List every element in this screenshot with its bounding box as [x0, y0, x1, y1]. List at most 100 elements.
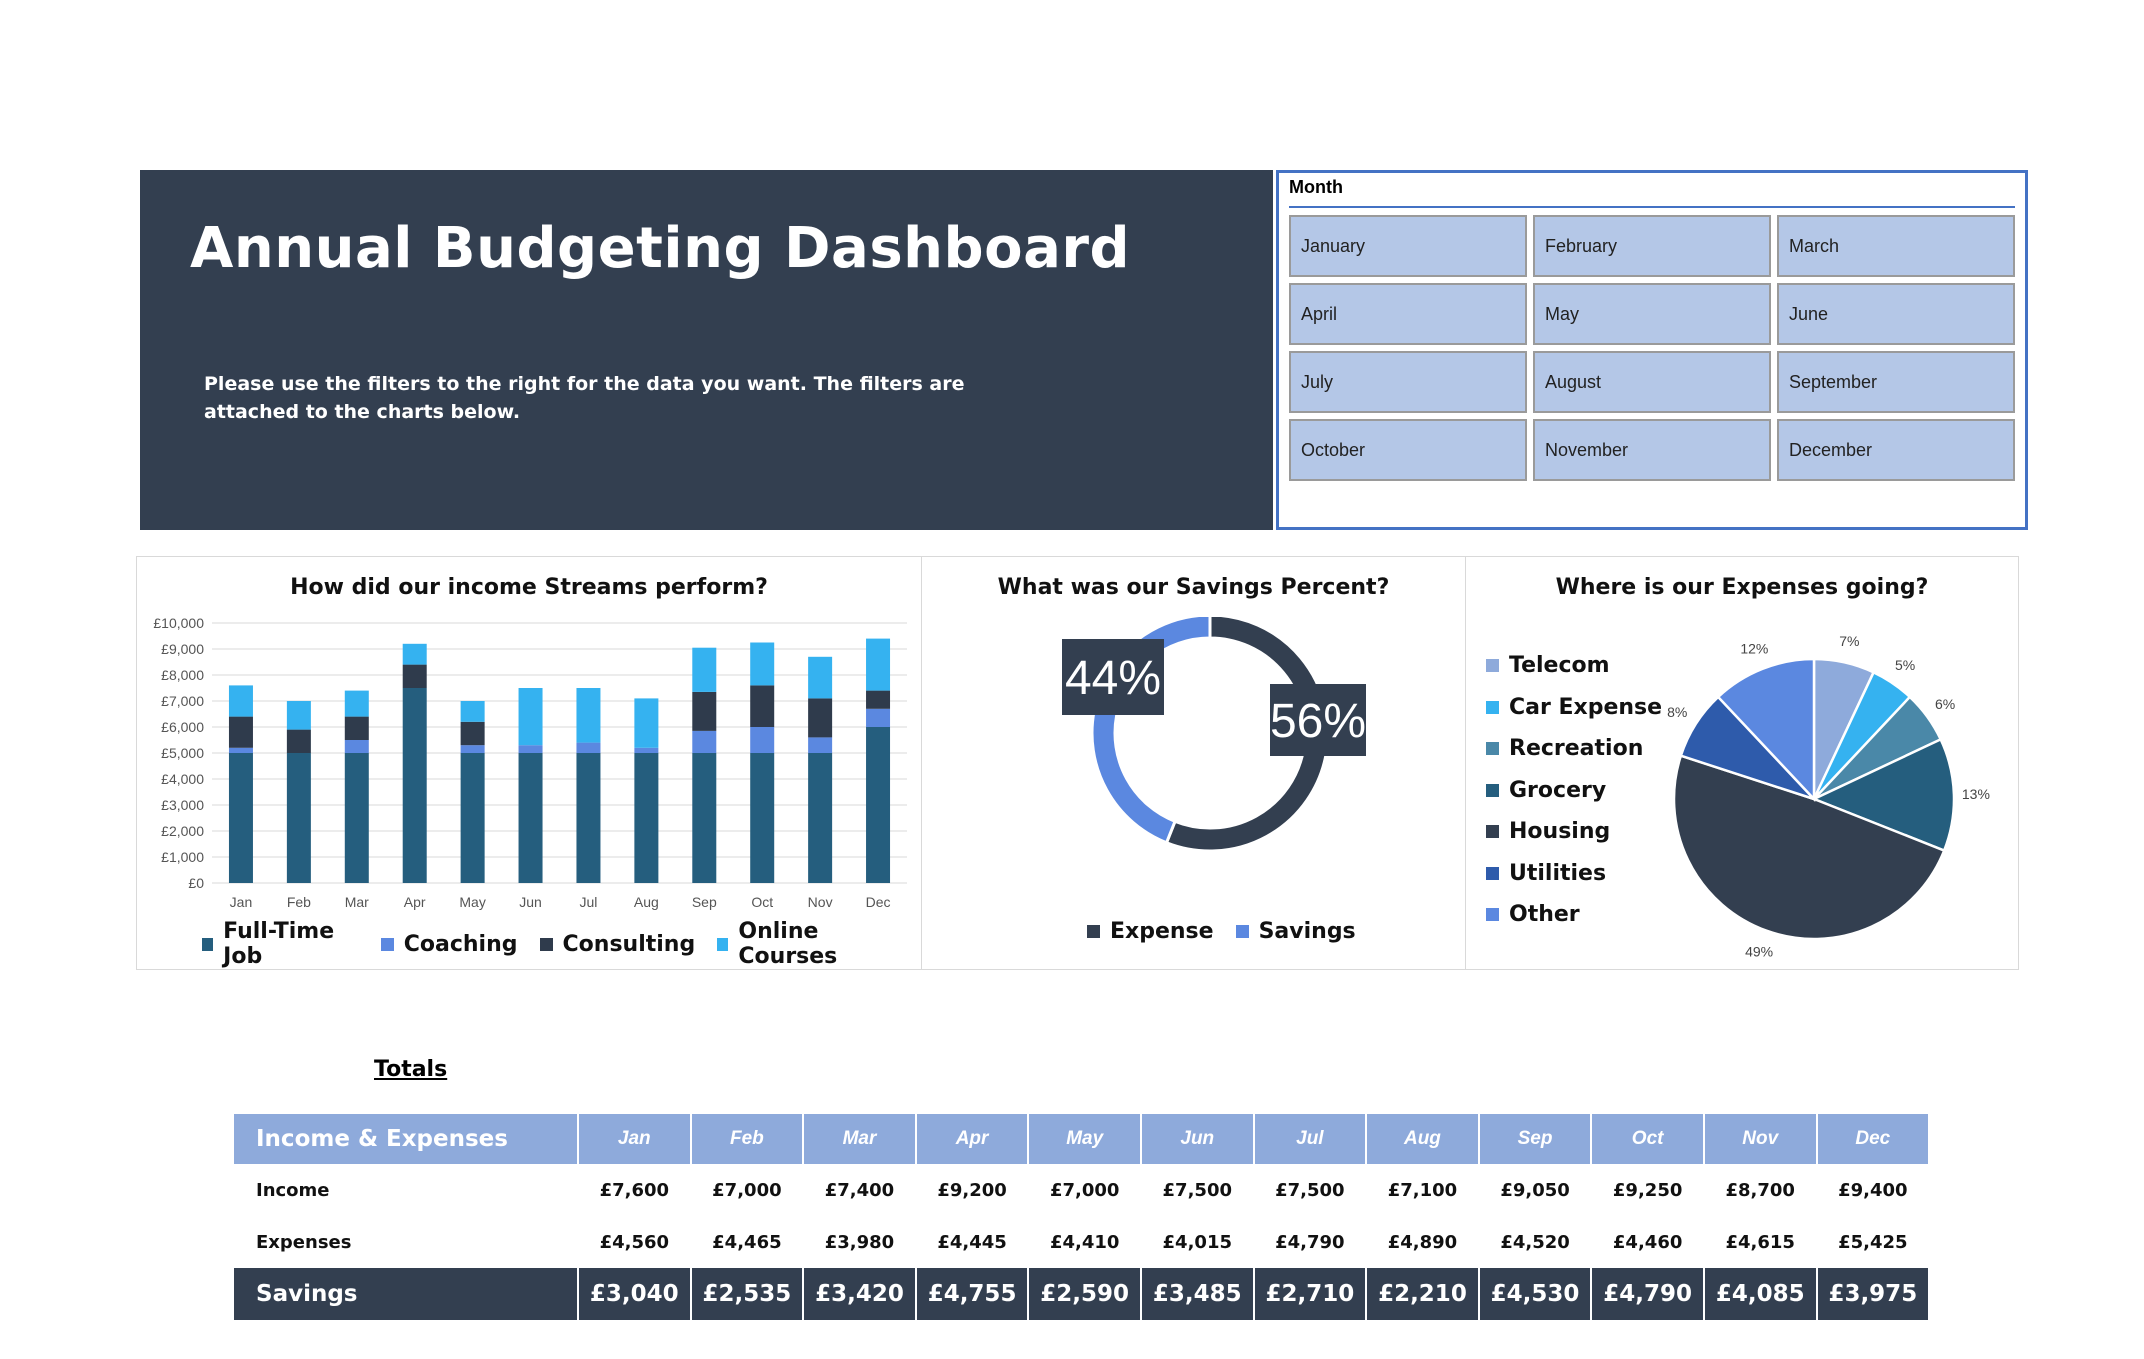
expenses-chart-panel[interactable]: Where is our Expenses going? Telecom Car …	[1465, 556, 2019, 970]
slicer-button-grid: January February March April May June Ju…	[1289, 215, 2015, 481]
bar-segment-online-courses[interactable]	[692, 647, 717, 692]
bar-segment-consulting[interactable]	[692, 691, 717, 731]
totals-cell: £2,710	[1253, 1268, 1368, 1320]
expenses-chart-title: Where is our Expenses going?	[1555, 575, 1929, 600]
totals-cell: £2,590	[1028, 1268, 1142, 1320]
totals-cell: £4,560	[599, 1231, 670, 1253]
legend-swatch	[1087, 925, 1100, 938]
bar-segment-full-time-job[interactable]	[866, 727, 891, 883]
bar-segment-full-time-job[interactable]	[576, 753, 601, 883]
totals-row-income: Income £7,600 £7,000 £7,400 £9,200 £7,000 £7,5…	[234, 1164, 1929, 1216]
slicer-item-september[interactable]: September	[1777, 351, 2015, 413]
slicer-item-march[interactable]: March	[1777, 215, 2015, 277]
bar-segment-online-courses[interactable]	[634, 698, 659, 748]
bar-segment-coaching[interactable]	[750, 727, 775, 753]
bar-segment-full-time-job[interactable]	[692, 753, 717, 883]
bar-segment-full-time-job[interactable]	[402, 688, 427, 883]
legend-item: Coaching	[380, 932, 518, 957]
bar-segment-consulting[interactable]	[866, 690, 891, 709]
bar-segment-coaching[interactable]	[576, 742, 601, 753]
legend-label: Consulting	[562, 931, 696, 957]
legend-label: Online Courses	[738, 919, 838, 969]
bar-segment-online-courses[interactable]	[344, 690, 369, 717]
bar-segment-full-time-job[interactable]	[518, 753, 543, 883]
x-tick-label: Mar	[345, 894, 369, 910]
bar-segment-consulting[interactable]	[460, 721, 485, 746]
slicer-item-july[interactable]: July	[1289, 351, 1527, 413]
slicer-item-may[interactable]: May	[1533, 283, 1771, 345]
totals-row-savings: Savings £3,040 £2,535 £3,420 £4,755 £2,590 £3,…	[234, 1268, 1931, 1320]
bar-segment-consulting[interactable]	[344, 716, 369, 740]
bar-segment-full-time-job[interactable]	[286, 753, 311, 883]
y-tick-label: £4,000	[161, 771, 204, 787]
bar-segment-online-courses[interactable]	[576, 688, 601, 743]
bar-segment-coaching[interactable]	[692, 730, 717, 753]
instructions-text: Please use the filters to the right for …	[204, 373, 965, 423]
bar-segment-online-courses[interactable]	[228, 685, 253, 717]
bar-segment-full-time-job[interactable]	[634, 753, 659, 883]
bar-segment-coaching[interactable]	[808, 737, 833, 753]
slicer-item-april[interactable]: April	[1289, 283, 1527, 345]
totals-header-month: May	[1028, 1114, 1142, 1164]
bar-segment-online-courses[interactable]	[750, 642, 775, 686]
donut-value-label: 44%	[1065, 652, 1161, 705]
bar-segment-consulting[interactable]	[228, 716, 253, 748]
slicer-item-february[interactable]: February	[1533, 215, 1771, 277]
totals-cell: £4,445	[937, 1231, 1007, 1253]
pie-percent-label: 12%	[1740, 640, 1768, 656]
bar-segment-online-courses[interactable]	[866, 638, 891, 691]
totals-cell: £4,465	[712, 1231, 782, 1253]
slicer-item-june[interactable]: June	[1777, 283, 2015, 345]
x-tick-label: Nov	[808, 894, 833, 910]
bar-segment-coaching[interactable]	[228, 747, 253, 753]
bar-segment-coaching[interactable]	[344, 740, 369, 753]
totals-row-label: Expenses	[256, 1231, 352, 1253]
bar-segment-coaching[interactable]	[460, 745, 485, 753]
legend-swatch	[202, 937, 214, 951]
bar-segment-full-time-job[interactable]	[808, 753, 833, 883]
totals-header-row: Income & Expenses Jan Feb Mar Apr May Jun Jul A…	[234, 1114, 1931, 1164]
bar-segment-consulting[interactable]	[808, 698, 833, 738]
pie-percent-label: 8%	[1667, 704, 1687, 720]
bar-segment-full-time-job[interactable]	[344, 753, 369, 883]
income-stacked-bar-chart: £0 £1,000 £2,000 £3,000 £4,000 £5,000 £6,000 £7…	[153, 615, 907, 910]
savings-chart-panel[interactable]: What was our Savings Percent? 56% 44% Exp…	[921, 556, 1466, 970]
bar-segment-full-time-job[interactable]	[228, 753, 253, 883]
slicer-item-december[interactable]: December	[1777, 419, 2015, 481]
legend-label: Car Expense	[1509, 694, 1663, 720]
bar-segment-consulting[interactable]	[750, 685, 775, 727]
slicer-item-august[interactable]: August	[1533, 351, 1771, 413]
totals-header-month: Jan	[578, 1114, 692, 1164]
bar-segment-online-courses[interactable]	[518, 688, 543, 746]
legend-label: Recreation	[1509, 736, 1644, 762]
legend-item: Consulting	[539, 931, 696, 957]
income-chart-panel[interactable]: How did our income Streams perform? £0 £1…	[136, 556, 922, 970]
slicer-item-november[interactable]: November	[1533, 419, 1771, 481]
legend-label: Other	[1509, 902, 1580, 928]
bar-segment-online-courses[interactable]	[460, 701, 485, 722]
bar-segment-full-time-job[interactable]	[750, 753, 775, 883]
totals-cell: £7,500	[1275, 1179, 1345, 1201]
bar-segment-online-courses[interactable]	[286, 701, 311, 730]
totals-cell: £9,200	[937, 1179, 1007, 1201]
x-tick-label: Feb	[287, 894, 311, 910]
bar-segment-consulting[interactable]	[286, 729, 311, 753]
bar-segment-coaching[interactable]	[634, 747, 659, 753]
slicer-item-october[interactable]: October	[1289, 419, 1527, 481]
bar-segment-consulting[interactable]	[402, 664, 427, 688]
bar-segment-full-time-job[interactable]	[460, 753, 485, 883]
totals-header-month: Aug	[1366, 1114, 1480, 1164]
bar-segment-coaching[interactable]	[866, 708, 891, 727]
slicer-item-january[interactable]: January	[1289, 215, 1527, 277]
x-tick-label: Jul	[580, 894, 598, 910]
legend-label: Full-Time Job	[223, 919, 335, 969]
legend-item: Housing	[1486, 811, 1662, 853]
x-tick-label: Sep	[692, 894, 717, 910]
legend-swatch	[539, 937, 553, 951]
bar-segment-online-courses[interactable]	[808, 656, 833, 699]
totals-header-month: Dec	[1816, 1114, 1931, 1164]
totals-cell: £7,000	[712, 1179, 782, 1201]
totals-cell: £3,040	[578, 1268, 692, 1320]
bar-segment-coaching[interactable]	[518, 745, 543, 753]
bar-segment-online-courses[interactable]	[402, 643, 427, 665]
